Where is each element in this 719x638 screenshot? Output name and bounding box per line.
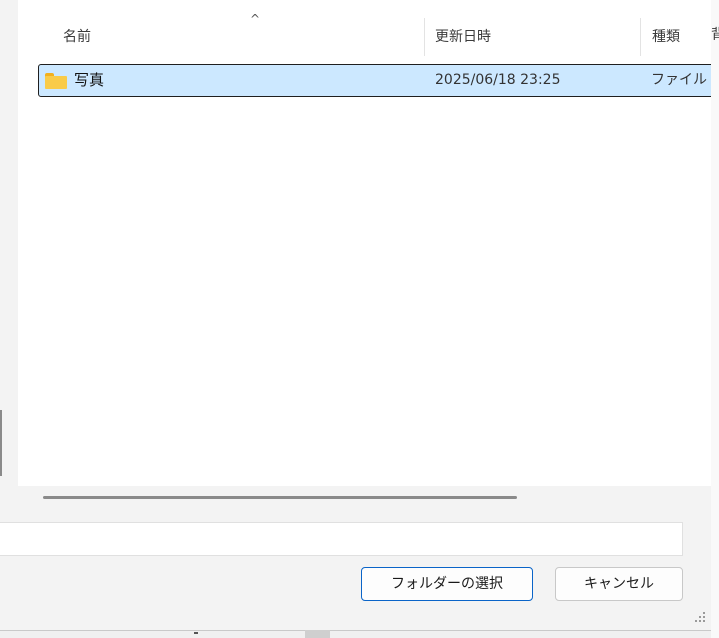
column-header-date[interactable]: 更新日時: [435, 18, 491, 56]
folder-picker-dialog: ^ 名前 更新日時 種類 写真 2025/06/18 23:25 ファイル フ …: [0, 0, 718, 631]
background-window-element: [305, 630, 330, 638]
background-window-element: [194, 632, 198, 634]
column-header-row: 名前 更新日時 種類: [18, 18, 711, 56]
background-window-edge: [711, 0, 719, 638]
horizontal-scrollbar[interactable]: [18, 486, 711, 510]
file-modified-date: 2025/06/18 23:25: [435, 72, 561, 88]
background-window-text: 背: [711, 27, 719, 43]
column-header-type[interactable]: 種類: [652, 18, 680, 56]
file-row-selected[interactable]: 写真 2025/06/18 23:25 ファイル フ: [38, 64, 718, 97]
resize-grip-icon[interactable]: [694, 612, 706, 624]
horizontal-scrollbar-thumb[interactable]: [43, 496, 517, 499]
column-header-name[interactable]: 名前: [63, 18, 91, 56]
cancel-button[interactable]: キャンセル: [555, 567, 683, 601]
navigation-scrollbar[interactable]: [0, 410, 2, 476]
column-divider[interactable]: [424, 18, 425, 56]
file-list-pane: ^ 名前 更新日時 種類 写真 2025/06/18 23:25 ファイル フ: [18, 0, 718, 510]
folder-name-input[interactable]: [0, 522, 683, 556]
file-type: ファイル フ: [651, 72, 717, 88]
select-folder-button[interactable]: フォルダーの選択: [361, 567, 533, 601]
navigation-pane: [0, 0, 18, 510]
column-divider[interactable]: [640, 18, 641, 56]
folder-icon: [45, 73, 67, 89]
file-name: 写真: [74, 71, 105, 89]
